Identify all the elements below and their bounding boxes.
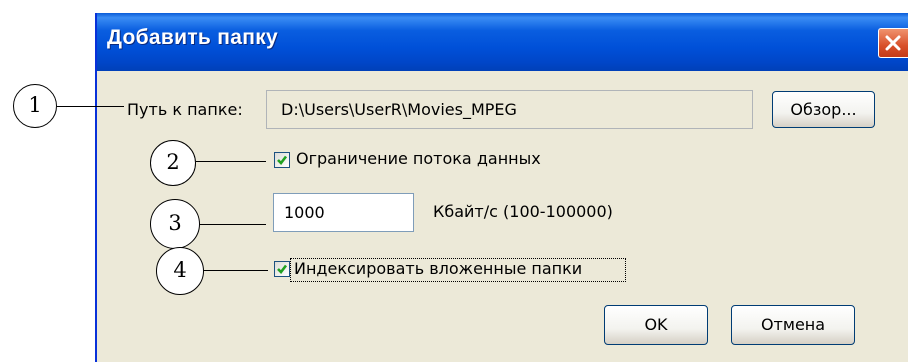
callout-1-leader	[57, 106, 124, 107]
callout-2: 2	[150, 140, 196, 186]
cancel-button[interactable]: Отмена	[731, 305, 855, 345]
callout-1: 1	[13, 84, 57, 128]
limit-label[interactable]: Ограничение потока данных	[296, 149, 541, 168]
callout-4-leader	[204, 270, 268, 271]
browse-button[interactable]: Обзор...	[772, 91, 875, 128]
path-label: Путь к папке:	[127, 100, 243, 119]
title-bar[interactable]: Добавить папку	[97, 13, 908, 71]
rate-unit-label: Кбайт/с (100-100000)	[433, 202, 613, 221]
dialog-title: Добавить папку	[107, 26, 278, 49]
add-folder-dialog: Добавить папку Путь к папке: D:\Users\Us…	[95, 13, 908, 362]
callout-2-leader	[196, 161, 266, 162]
index-subfolders-label[interactable]: Индексировать вложенные папки	[294, 259, 582, 278]
close-icon	[885, 35, 901, 51]
callout-3: 3	[150, 199, 200, 249]
callout-4: 4	[156, 247, 204, 295]
checkmark-icon	[277, 155, 288, 165]
rate-input[interactable]: 1000	[273, 193, 414, 232]
folder-path-field: D:\Users\UserR\Movies_MPEG	[266, 90, 753, 129]
close-button[interactable]	[878, 28, 908, 58]
ok-button[interactable]: OK	[604, 305, 708, 345]
callout-3-leader	[200, 224, 266, 225]
index-subfolders-checkbox[interactable]	[274, 261, 290, 277]
checkmark-icon	[277, 264, 288, 274]
limit-checkbox[interactable]	[274, 152, 290, 168]
